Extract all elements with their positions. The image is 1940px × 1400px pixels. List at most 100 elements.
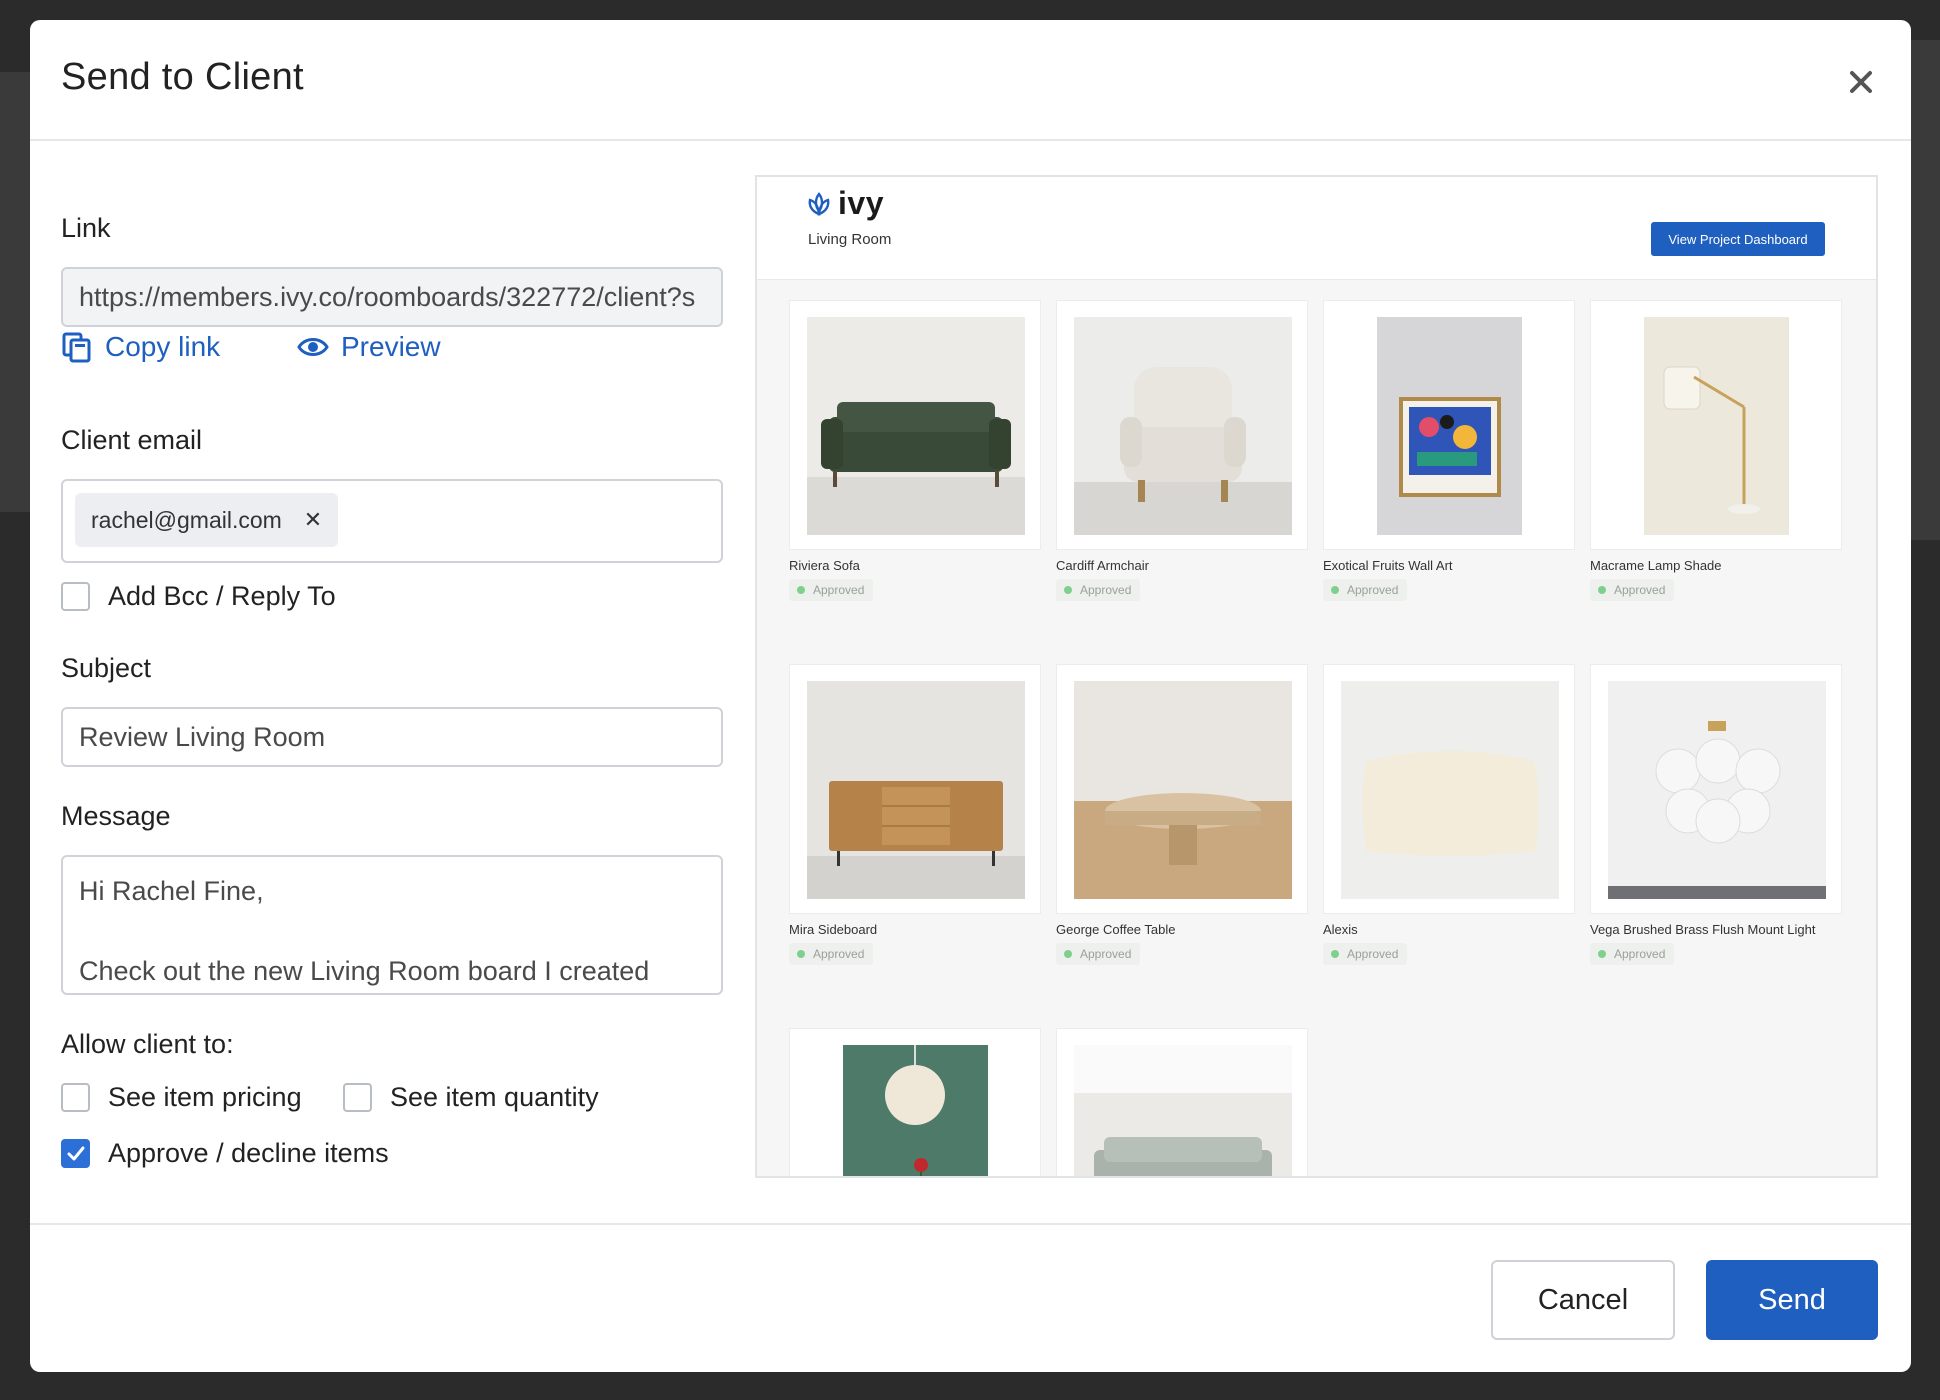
coffee-table-image [1074,681,1292,899]
preview-room-name: Living Room [808,231,892,248]
item-name: Alexis [1323,922,1358,937]
preview-button[interactable]: Preview [297,331,441,363]
subject-label: Subject [61,653,152,683]
approved-badge: Approved [1056,579,1141,601]
approved-dot-icon [1331,950,1339,958]
badge-text: Approved [1347,947,1399,961]
item-card[interactable] [1056,1028,1308,1176]
approve-items-checkbox[interactable]: Approve / decline items [61,1138,389,1169]
badge-text: Approved [1080,947,1132,961]
item-card[interactable] [1323,664,1575,914]
badge-text: Approved [1347,583,1399,597]
add-bcc-checkbox[interactable]: Add Bcc / Reply To [61,581,336,612]
item-name: Riviera Sofa [789,558,860,573]
client-email-field[interactable]: rachel@gmail.com ✕ [61,479,723,563]
email-chip-text: rachel@gmail.com [91,506,282,533]
send-to-client-modal: Send to Client Link https://members.ivy.… [30,20,1911,1372]
backdrop-panel-right [1911,40,1940,540]
approved-dot-icon [1598,586,1606,594]
see-pricing-checkbox[interactable]: See item pricing [61,1082,302,1113]
email-chip: rachel@gmail.com ✕ [75,493,339,547]
item-name: Macrame Lamp Shade [1590,558,1722,573]
send-button[interactable]: Send [1706,1260,1878,1340]
item-name: Cardiff Armchair [1056,558,1149,573]
approve-checkbox-box[interactable] [61,1139,90,1168]
modal-footer: Cancel Send [30,1223,1911,1372]
eye-icon [297,338,329,356]
remove-email-icon[interactable]: ✕ [304,507,322,533]
badge-text: Approved [1614,583,1666,597]
approved-badge: Approved [1590,943,1675,965]
item-card[interactable] [789,1028,1041,1176]
close-button[interactable] [1839,60,1883,104]
approved-dot-icon [1598,950,1606,958]
ivy-logo: ivy [806,185,884,222]
badge-text: Approved [813,583,865,597]
checkmark-icon [67,1146,84,1160]
approved-badge: Approved [789,579,874,601]
copy-link-label: Copy link [105,331,221,362]
armchair-image [1074,317,1292,535]
approved-dot-icon [1331,586,1339,594]
approved-badge: Approved [1590,579,1675,601]
approve-label: Approve / decline items [108,1138,389,1168]
message-field[interactable]: Hi Rachel Fine, Check out the new Living… [61,855,723,995]
view-dashboard-button[interactable]: View Project Dashboard [1651,222,1825,256]
quantity-checkbox-box[interactable] [343,1083,372,1112]
floor-lamp-image [1644,317,1789,535]
approved-badge: Approved [1056,943,1141,965]
link-field[interactable]: https://members.ivy.co/roomboards/322772… [61,267,723,327]
pricing-label: See item pricing [108,1082,302,1112]
badge-text: Approved [1614,947,1666,961]
item-card[interactable] [789,300,1041,550]
item-card[interactable] [1323,300,1575,550]
sofa-image [807,317,1025,535]
item-card[interactable] [789,664,1041,914]
approved-dot-icon [797,586,805,594]
item-card[interactable] [1590,664,1842,914]
bcc-label: Add Bcc / Reply To [108,581,336,611]
approved-badge: Approved [1323,943,1408,965]
wall-art-image [1377,317,1522,535]
pendant-light-image [843,1045,988,1176]
ivy-brand-text: ivy [838,185,884,221]
approved-dot-icon [1064,586,1072,594]
approved-dot-icon [1064,950,1072,958]
ceiling-light-image [1608,681,1826,899]
bcc-checkbox-box[interactable] [61,582,90,611]
cancel-button[interactable]: Cancel [1491,1260,1675,1340]
badge-text: Approved [813,947,865,961]
item-name: Mira Sideboard [789,922,878,937]
modal-header: Send to Client [30,20,1911,141]
preview-label: Preview [341,331,441,362]
pricing-checkbox-box[interactable] [61,1083,90,1112]
approved-badge: Approved [789,943,874,965]
item-name: George Coffee Table [1056,922,1176,937]
link-label: Link [61,213,111,243]
client-board-preview: ivy Living Room View Project Dashboard R… [755,175,1878,1178]
approved-dot-icon [797,950,805,958]
close-icon [1850,71,1872,93]
item-card[interactable] [1056,664,1308,914]
message-line-1: Hi Rachel Fine, [79,876,264,906]
copy-link-button[interactable]: Copy link [61,331,220,363]
preview-header: ivy Living Room View Project Dashboard [757,177,1876,280]
pillow-image [1341,681,1559,899]
modal-title: Send to Client [61,56,304,98]
message-line-2: Check out the new Living Room board I cr… [79,956,650,986]
grey-sofa-image [1074,1045,1292,1176]
backdrop-panel-left [0,72,30,512]
item-card[interactable] [1590,300,1842,550]
copy-icon [62,332,91,363]
message-label: Message [61,801,171,831]
item-name: Exotical Fruits Wall Art [1323,558,1453,573]
see-quantity-checkbox[interactable]: See item quantity [343,1082,599,1113]
sideboard-image [807,681,1025,899]
subject-field[interactable]: Review Living Room [61,707,723,767]
quantity-label: See item quantity [390,1082,599,1112]
item-card[interactable] [1056,300,1308,550]
client-email-label: Client email [61,425,203,455]
badge-text: Approved [1080,583,1132,597]
allow-client-label: Allow client to: [61,1029,234,1059]
